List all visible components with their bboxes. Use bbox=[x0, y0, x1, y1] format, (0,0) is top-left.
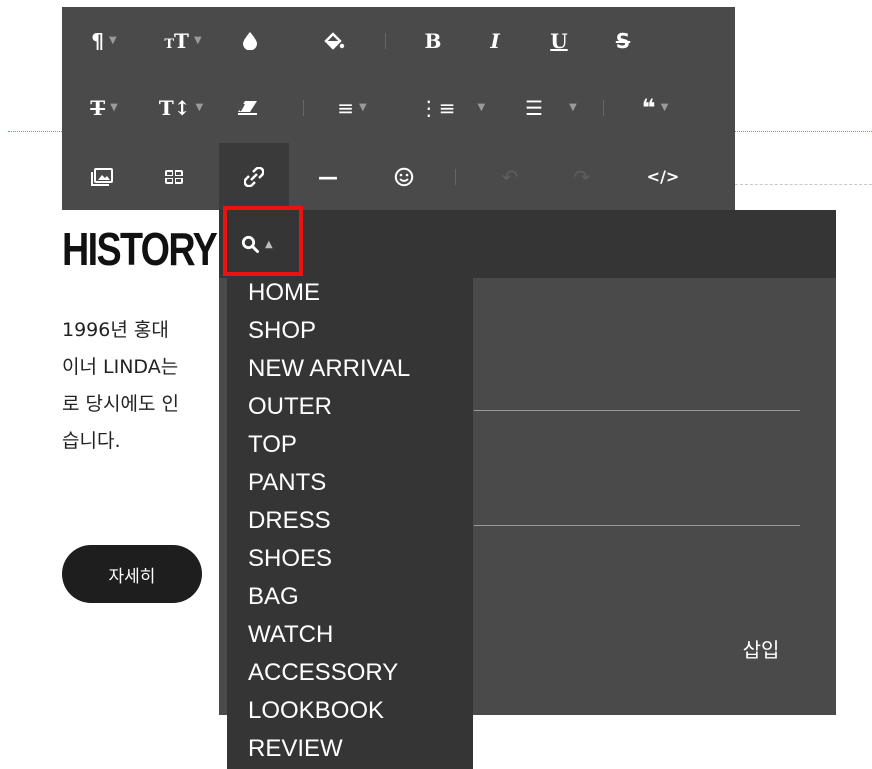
text-format-button[interactable]: T ▼ bbox=[76, 74, 132, 141]
underline-icon: U bbox=[550, 28, 568, 53]
html-source-button[interactable]: </> bbox=[632, 143, 694, 210]
search-icon bbox=[241, 235, 259, 253]
dropdown-item-review[interactable]: REVIEW bbox=[248, 736, 343, 769]
quote-button[interactable]: ❝ ▼ bbox=[624, 74, 686, 141]
dropdown-item-bag[interactable]: BAG bbox=[248, 584, 299, 622]
dropdown-item-top[interactable]: TOP bbox=[248, 432, 297, 470]
image-button[interactable] bbox=[82, 143, 122, 210]
toolbar-row-1: ¶ ▼ TT ▼ B I U S bbox=[62, 7, 735, 74]
water-drop-icon bbox=[243, 31, 257, 50]
bullet-list-button[interactable]: ☰ ▼ bbox=[509, 74, 593, 141]
horizontal-rule-button[interactable]: — bbox=[308, 143, 348, 210]
link-dialog-header bbox=[219, 210, 836, 278]
redo-button[interactable]: ↷ bbox=[562, 143, 602, 210]
body-line: 1996년 홍대 bbox=[62, 319, 169, 341]
table-button[interactable] bbox=[154, 143, 194, 210]
guide-line-left bbox=[8, 131, 62, 132]
body-line: 습니다. bbox=[62, 430, 121, 452]
chevron-down-icon: ▼ bbox=[660, 102, 669, 113]
underline-button[interactable]: U bbox=[539, 7, 579, 74]
quote-icon: ❝ bbox=[641, 93, 656, 122]
align-left-icon: ≡ bbox=[337, 95, 355, 120]
chevron-down-icon: ▼ bbox=[110, 102, 118, 113]
dropdown-item-lookbook[interactable]: LOOKBOOK bbox=[248, 698, 384, 736]
highlight-color-button[interactable] bbox=[314, 7, 354, 74]
body-line: 이너 LINDA는 bbox=[62, 356, 179, 378]
chevron-up-icon: ▲ bbox=[265, 238, 273, 250]
font-color-button[interactable] bbox=[230, 7, 270, 74]
editor-toolbar: ¶ ▼ TT ▼ B I U S T ▼ T↕ ▼ ≡ ▼ ⋮≡ ▼ ☰ ▼ ❝… bbox=[62, 7, 735, 210]
toolbar-row-3: — ↶ ↷ </> bbox=[62, 143, 735, 210]
bullet-list-icon: ☰ bbox=[525, 95, 544, 120]
strikethrough-icon: S bbox=[615, 28, 631, 53]
toolbar-separator bbox=[455, 169, 456, 185]
body-text: 1996년 홍대 이너 LINDA는 로 당시에도 인 습니다. bbox=[62, 312, 179, 460]
paint-bucket-icon bbox=[324, 31, 345, 50]
eraser-icon bbox=[238, 100, 257, 115]
dropdown-item-watch[interactable]: WATCH bbox=[248, 622, 333, 660]
dropdown-item-shoes[interactable]: SHOES bbox=[248, 546, 332, 584]
toolbar-row-2: T ▼ T↕ ▼ ≡ ▼ ⋮≡ ▼ ☰ ▼ ❝ ▼ bbox=[62, 74, 735, 141]
dropdown-item-pants[interactable]: PANTS bbox=[248, 470, 326, 508]
image-icon bbox=[91, 167, 113, 186]
link-button[interactable] bbox=[219, 143, 289, 210]
bold-icon: B bbox=[424, 28, 442, 53]
dropdown-item-shop[interactable]: SHOP bbox=[248, 318, 316, 356]
dropdown-item-outer[interactable]: OUTER bbox=[248, 394, 332, 432]
strikethrough-button[interactable]: S bbox=[603, 7, 643, 74]
horizontal-rule-icon: — bbox=[318, 164, 338, 189]
smiley-icon bbox=[394, 167, 414, 186]
undo-icon: ↶ bbox=[501, 164, 519, 189]
emoji-button[interactable] bbox=[384, 143, 424, 210]
table-icon bbox=[165, 169, 183, 184]
link-page-dropdown: HOME SHOP NEW ARRIVAL OUTER TOP PANTS DR… bbox=[227, 278, 473, 769]
link-search-toggle[interactable]: ▲ bbox=[227, 210, 307, 278]
insert-button[interactable]: 삽입 bbox=[731, 634, 791, 662]
text-format-icon: T bbox=[90, 95, 106, 120]
clear-format-button[interactable] bbox=[228, 74, 268, 141]
ordered-list-button[interactable]: ⋮≡ ▼ bbox=[412, 74, 492, 141]
divider-line bbox=[735, 184, 872, 185]
chevron-down-icon: ▼ bbox=[569, 102, 577, 113]
chevron-down-icon: ▼ bbox=[195, 102, 204, 113]
chevron-down-icon: ▼ bbox=[477, 102, 486, 113]
dropdown-item-dress[interactable]: DRESS bbox=[248, 508, 331, 546]
line-height-icon: T↕ bbox=[158, 95, 191, 120]
page-title: HISTORY bbox=[62, 223, 218, 275]
font-size-icon: TT bbox=[164, 28, 189, 53]
font-size-button[interactable]: TT ▼ bbox=[148, 7, 218, 74]
chevron-down-icon: ▼ bbox=[109, 35, 117, 46]
chevron-down-icon: ▼ bbox=[193, 35, 202, 46]
line-height-button[interactable]: T↕ ▼ bbox=[150, 74, 212, 141]
link-icon bbox=[244, 166, 264, 187]
chevron-down-icon: ▼ bbox=[359, 102, 367, 113]
text-field[interactable] bbox=[474, 525, 800, 526]
dropdown-item-accessory[interactable]: ACCESSORY bbox=[248, 660, 398, 698]
paragraph-icon: ¶ bbox=[91, 28, 105, 53]
toolbar-separator bbox=[603, 100, 604, 116]
italic-icon: I bbox=[490, 28, 500, 53]
italic-button[interactable]: I bbox=[475, 7, 515, 74]
code-icon: </> bbox=[646, 167, 680, 186]
guide-line-right bbox=[735, 131, 872, 132]
toolbar-separator bbox=[385, 33, 386, 49]
toolbar-separator bbox=[303, 100, 304, 116]
dropdown-item-home[interactable]: HOME bbox=[248, 280, 320, 318]
paragraph-style-button[interactable]: ¶ ▼ bbox=[76, 7, 132, 74]
redo-icon: ↷ bbox=[573, 164, 591, 189]
body-line: 로 당시에도 인 bbox=[62, 393, 179, 415]
dropdown-item-new-arrival[interactable]: NEW ARRIVAL bbox=[248, 356, 410, 394]
bold-button[interactable]: B bbox=[413, 7, 453, 74]
more-button[interactable]: 자세히 bbox=[62, 545, 202, 603]
url-field[interactable] bbox=[474, 410, 800, 411]
ordered-list-icon: ⋮≡ bbox=[418, 95, 456, 120]
align-button[interactable]: ≡ ▼ bbox=[324, 74, 380, 141]
undo-button[interactable]: ↶ bbox=[490, 143, 530, 210]
